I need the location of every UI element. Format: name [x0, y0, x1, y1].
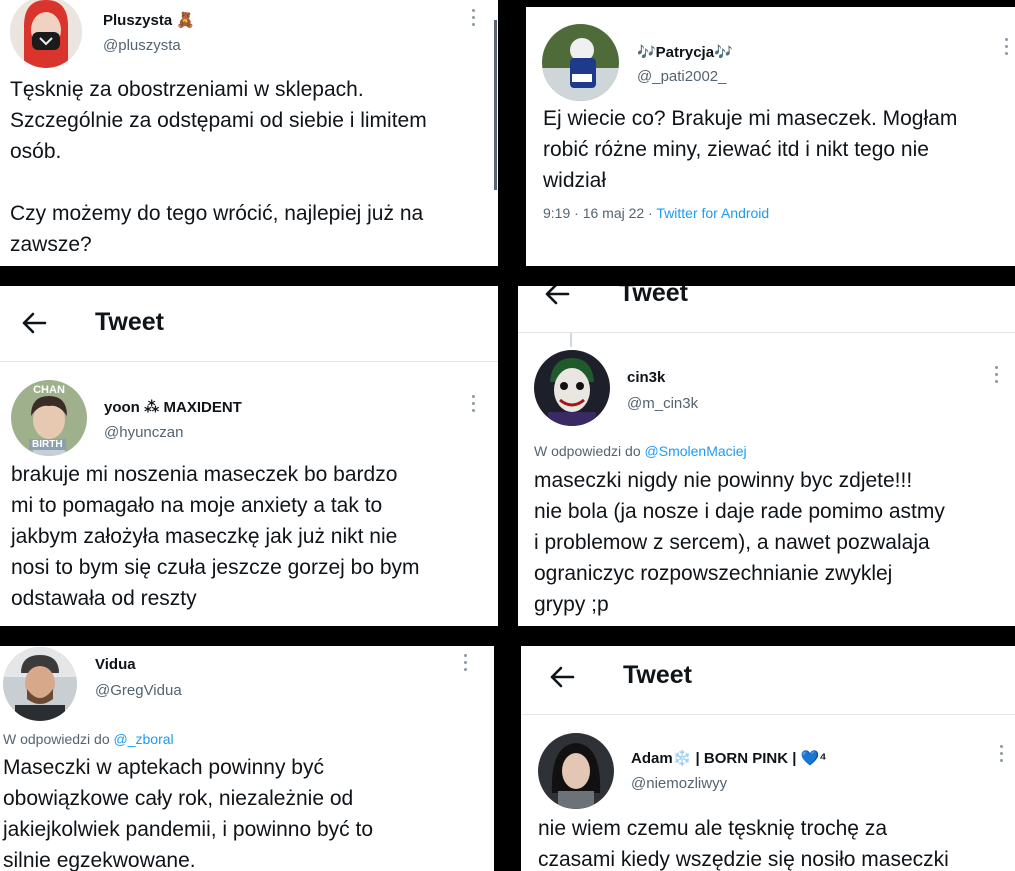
thread-line — [570, 333, 572, 347]
reply-prefix: W odpowiedzi do — [534, 443, 645, 459]
user-handle[interactable]: @hyunczan — [104, 424, 183, 441]
more-options-icon[interactable] — [995, 366, 999, 384]
more-options-icon[interactable] — [1000, 745, 1004, 763]
more-options-icon[interactable] — [472, 395, 476, 413]
tweet-source-link[interactable]: Twitter for Android — [656, 205, 769, 221]
page-title: Tweet — [95, 308, 164, 336]
page-title: Tweet — [623, 661, 692, 689]
header-divider — [521, 714, 1015, 715]
tweet-card-patrycja: 🎶Patrycja🎶 @_pati2002_ Ej wiecie co? Bra… — [526, 7, 1015, 266]
tweet-text: brakuje mi noszenia maseczek bo bardzo m… — [11, 463, 420, 610]
avatar[interactable] — [3, 647, 77, 721]
reply-context: W odpowiedzi do @SmolenMaciej — [534, 443, 747, 459]
display-name[interactable]: 🎶Patrycja🎶 — [637, 43, 733, 61]
tweet-timestamp[interactable]: 9:19 · 16 maj 22 · — [543, 205, 656, 221]
reply-context: W odpowiedzi do @_zboral — [3, 731, 174, 747]
user-handle[interactable]: @m_cin3k — [627, 395, 698, 412]
tweet-text: nie wiem czemu ale tęsknię trochę za cza… — [538, 817, 949, 871]
user-handle[interactable]: @_pati2002_ — [637, 68, 726, 85]
more-options-icon[interactable] — [472, 9, 476, 27]
avatar-image — [10, 0, 82, 68]
more-options-icon[interactable] — [464, 654, 468, 672]
panel-scrollbar[interactable] — [494, 20, 497, 190]
avatar[interactable] — [538, 733, 614, 809]
tweet-card-vidua: Vidua @GregVidua W odpowiedzi do @_zbora… — [0, 646, 494, 871]
tweet-card-cin3k: Tweet cin3k @m_cin3k W odpowiedzi do @Sm… — [518, 286, 1015, 626]
display-name[interactable]: Adam❄️ | BORN PINK | 💙⁴ — [631, 749, 827, 767]
avatar-image — [3, 647, 77, 721]
reply-prefix: W odpowiedzi do — [3, 731, 114, 747]
tweet-card-yoon: Tweet CHAN BIRTH yoon ⁂ MAXIDENT @hyuncz… — [0, 286, 498, 626]
avatar-image — [534, 350, 610, 426]
avatar[interactable] — [542, 24, 619, 101]
display-name[interactable]: cin3k — [627, 369, 665, 386]
display-name[interactable]: Vidua — [95, 656, 136, 673]
back-arrow-icon[interactable] — [21, 312, 47, 339]
tweet-text: maseczki nigdy nie powinny byc zdjete!!!… — [534, 469, 945, 616]
tweet-text: Ej wiecie co? Brakuje mi maseczek. Mogła… — [543, 107, 958, 192]
user-handle[interactable]: @pluszysta — [103, 37, 181, 54]
avatar[interactable]: CHAN BIRTH — [11, 380, 87, 456]
page-title: Tweet — [619, 286, 688, 307]
user-handle[interactable]: @niemozliwyy — [631, 775, 727, 792]
back-arrow-icon[interactable] — [549, 666, 575, 693]
tweet-card-pluszysta: Pluszysta 🧸 @pluszysta Tęsknię za obostr… — [0, 0, 498, 266]
more-options-icon[interactable] — [1005, 38, 1009, 56]
header-divider — [0, 361, 498, 362]
avatar-image — [538, 733, 614, 809]
reply-to-link[interactable]: @_zboral — [114, 731, 174, 747]
tweet-card-adam: Tweet Adam❄️ | BORN PINK | 💙⁴ @niemozliw… — [521, 646, 1015, 871]
avatar-caption-top: CHAN — [33, 384, 65, 396]
avatar-caption-bottom: BIRTH — [29, 439, 66, 450]
tweet-metadata: 9:19 · 16 maj 22 · Twitter for Android — [543, 205, 769, 221]
avatar[interactable] — [10, 0, 82, 68]
avatar-image — [542, 24, 619, 101]
header-divider — [518, 332, 1015, 333]
reply-to-link[interactable]: @SmolenMaciej — [645, 443, 747, 459]
back-arrow-icon[interactable] — [544, 286, 570, 310]
user-handle[interactable]: @GregVidua — [95, 682, 182, 699]
tweet-text: Maseczki w aptekach powinny być obowiązk… — [3, 756, 374, 871]
avatar[interactable] — [534, 350, 610, 426]
tweet-text: Tęsknię za obostrzeniami w sklepach. Szc… — [10, 78, 427, 256]
display-name[interactable]: yoon ⁂ MAXIDENT — [104, 398, 242, 416]
display-name[interactable]: Pluszysta 🧸 — [103, 11, 195, 29]
